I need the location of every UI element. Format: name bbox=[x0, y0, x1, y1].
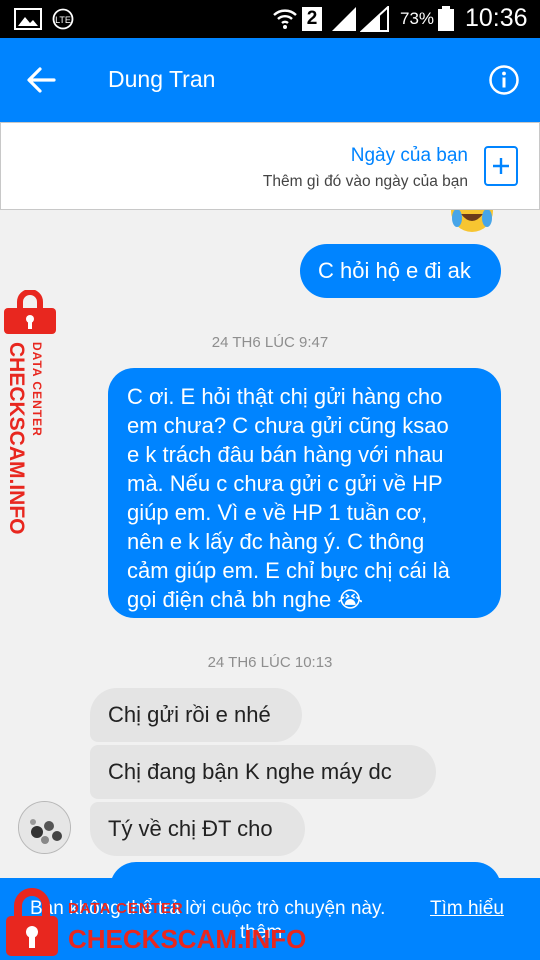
conversation-header: Dung Tran bbox=[0, 38, 540, 122]
info-icon[interactable] bbox=[488, 64, 520, 96]
message-text: Tý về chị ĐT cho bbox=[108, 816, 273, 841]
picture-icon bbox=[14, 8, 42, 30]
avatar[interactable] bbox=[18, 801, 71, 854]
crying-emoji-icon bbox=[449, 210, 495, 234]
message-thread[interactable]: C hỏi hộ e đi ak 24 TH6 LÚC 9:47 C ơi. E… bbox=[0, 210, 540, 878]
add-day-icon bbox=[493, 158, 509, 174]
lock-icon bbox=[4, 290, 56, 334]
watermark-label: DATA CENTER bbox=[68, 900, 184, 917]
message-bubble-outgoing-partial[interactable] bbox=[110, 862, 501, 878]
lock-icon bbox=[6, 888, 58, 956]
message-text: C hỏi hộ e đi ak bbox=[318, 258, 471, 283]
message-line: cảm giúp em. E chỉ bực chị cái là bbox=[127, 558, 450, 583]
your-day-banner[interactable]: Ngày của bạn Thêm gì đó vào ngày của bạn bbox=[0, 122, 540, 210]
message-bubble-incoming[interactable]: Tý về chị ĐT cho bbox=[90, 802, 305, 856]
signal-icon bbox=[332, 7, 356, 31]
message-bubble-incoming[interactable]: Chị đang bận K nghe máy dc bbox=[90, 745, 436, 799]
message-timestamp: 24 TH6 LÚC 9:47 bbox=[211, 334, 329, 351]
back-arrow-icon[interactable] bbox=[24, 64, 58, 96]
clock: 10:36 bbox=[465, 4, 528, 32]
wifi-icon bbox=[273, 9, 297, 29]
battery-percent: 73% bbox=[400, 9, 435, 28]
message-line: giúp em. Vì e về HP 1 tuần cơ, bbox=[127, 500, 428, 525]
message-timestamp: 24 TH6 LÚC 10:13 bbox=[207, 654, 333, 671]
message-line: gọi điện chả bh nghe 😭 bbox=[127, 587, 364, 612]
watermark-label: DATA CENTER bbox=[30, 342, 44, 437]
status-bar: LTE 2 73% 10:36 bbox=[0, 0, 540, 38]
message-text: Chị đang bận K nghe máy dc bbox=[108, 759, 392, 784]
sim-slot-badge: 2 bbox=[302, 7, 322, 31]
signal-icon-2 bbox=[360, 6, 389, 32]
watermark-bottom: DATA CENTER CHECKSCAM.INFO bbox=[4, 888, 334, 958]
watermark-site: CHECKSCAM.INFO bbox=[5, 342, 28, 535]
add-day-button[interactable] bbox=[484, 146, 518, 186]
message-line: nên e k lấy đc hàng ý. C thông bbox=[127, 529, 425, 554]
your-day-title[interactable]: Ngày của bạn bbox=[351, 145, 468, 167]
message-line: mà. Nếu c chưa gửi c gửi về HP bbox=[127, 471, 443, 496]
message-bubble-outgoing[interactable]: C ơi. E hỏi thật chị gửi hàng cho em chư… bbox=[108, 368, 501, 618]
message-bubble-incoming[interactable]: Chị gửi rồi e nhé bbox=[90, 688, 302, 742]
message-text: Chị gửi rồi e nhé bbox=[108, 702, 271, 727]
watermark-site: CHECKSCAM.INFO bbox=[68, 924, 307, 954]
contact-name[interactable]: Dung Tran bbox=[108, 66, 215, 93]
svg-text:LTE: LTE bbox=[55, 15, 71, 25]
message-bubble-outgoing[interactable]: C hỏi hộ e đi ak bbox=[300, 244, 501, 298]
battery-icon bbox=[438, 6, 454, 31]
message-line: C ơi. E hỏi thật chị gửi hàng cho bbox=[127, 384, 443, 409]
lte-icon: LTE bbox=[52, 8, 74, 30]
message-line: e k trách đâu bán hàng với nhau bbox=[127, 442, 444, 467]
watermark-vertical: DATA CENTER CHECKSCAM.INFO bbox=[2, 290, 62, 550]
learn-more-link[interactable]: Tìm hiểu bbox=[430, 898, 504, 920]
your-day-subtitle: Thêm gì đó vào ngày của bạn bbox=[262, 173, 468, 190]
message-line: em chưa? C chưa gửi cũng ksao bbox=[127, 413, 449, 438]
